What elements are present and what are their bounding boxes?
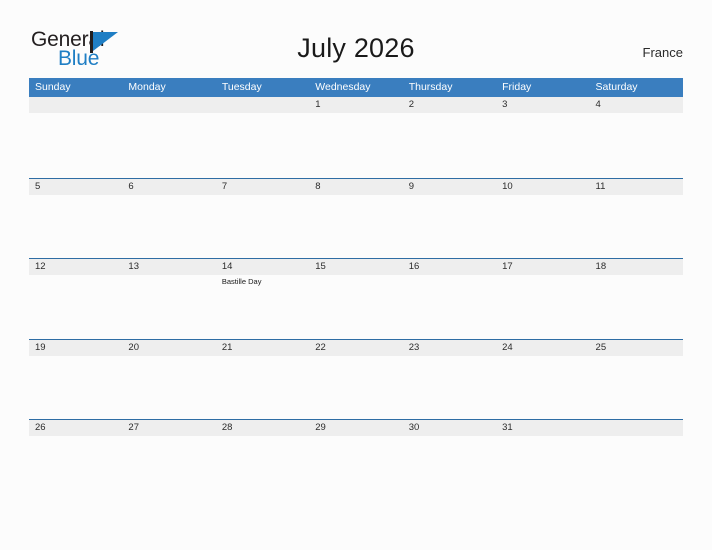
day-number: 19 <box>35 341 46 353</box>
calendar-day-cell[interactable]: 23 <box>403 340 496 420</box>
page-title: July 2026 <box>297 33 415 63</box>
calendar-day-cell[interactable] <box>122 97 215 178</box>
day-number: 6 <box>128 180 134 192</box>
calendar-day-cell[interactable]: 17 <box>496 259 589 339</box>
day-number: 27 <box>128 422 139 433</box>
day-number: 3 <box>502 99 508 110</box>
weekday-header-friday: Friday <box>502 81 532 93</box>
calendar-day-cell[interactable]: 9 <box>403 179 496 259</box>
calendar-day-cell[interactable]: 5 <box>29 179 122 259</box>
calendar-day-cell[interactable]: 12 <box>29 259 122 339</box>
calendar-weeks: 1 2 3 4 5 6 7 8 9 10 11 12 13 14 Bastille Day 15 16 17 18 1… <box>29 97 683 500</box>
calendar-day-cell[interactable] <box>216 97 309 178</box>
calendar-week-row: 26 27 28 29 30 31 <box>29 419 683 500</box>
calendar-day-cell[interactable] <box>590 420 683 500</box>
day-event-label: Bastille Day <box>221 277 262 286</box>
calendar-week-cells: 1 2 3 4 <box>29 97 683 178</box>
calendar-day-cell[interactable]: 26 <box>29 420 122 500</box>
weekday-header-monday: Monday <box>128 81 166 93</box>
calendar-day-cell[interactable]: 6 <box>122 179 215 259</box>
weekday-header-thursday: Thursday <box>408 81 453 93</box>
calendar-day-cell[interactable]: 14 Bastille Day <box>216 259 309 339</box>
calendar-week-row: 12 13 14 Bastille Day 15 16 17 18 <box>29 258 683 339</box>
calendar-week-cells: 19 20 21 22 23 24 25 <box>29 340 683 420</box>
calendar-week-row: 1 2 3 4 <box>29 97 683 178</box>
day-number: 5 <box>35 180 41 192</box>
calendar-day-cell[interactable]: 13 <box>122 259 215 339</box>
calendar-day-cell[interactable]: 15 <box>309 259 402 339</box>
day-number: 16 <box>408 261 420 272</box>
day-number: 14 <box>221 261 233 272</box>
calendar-day-cell[interactable]: 28 <box>216 420 309 500</box>
day-number: 9 <box>408 180 414 192</box>
calendar-day-cell[interactable]: 25 <box>590 340 683 420</box>
weekday-header-row: Sunday Monday Tuesday Wednesday Thursday… <box>29 78 683 97</box>
calendar-grid: Sunday Monday Tuesday Wednesday Thursday… <box>29 78 683 500</box>
calendar-day-cell[interactable]: 24 <box>496 340 589 420</box>
calendar-day-cell[interactable]: 10 <box>496 179 589 259</box>
weekday-header-tuesday: Tuesday <box>221 81 262 93</box>
day-number: 23 <box>408 341 420 353</box>
calendar-day-cell[interactable]: 20 <box>122 340 215 420</box>
calendar-week-cells: 5 6 7 8 9 10 11 <box>29 179 683 259</box>
day-number: 21 <box>221 341 233 353</box>
day-number: 18 <box>595 261 607 272</box>
day-number: 7 <box>221 180 228 192</box>
day-number: 26 <box>35 422 46 433</box>
calendar-day-cell[interactable]: 27 <box>122 420 215 500</box>
calendar-day-cell[interactable]: 18 <box>590 259 683 339</box>
calendar-day-cell[interactable]: 8 <box>309 179 402 259</box>
page-header: General Blue July 2026 France <box>0 0 712 76</box>
day-number: 2 <box>408 99 414 110</box>
calendar-week-cells: 26 27 28 29 30 31 <box>29 420 683 500</box>
calendar-week-cells: 12 13 14 Bastille Day 15 16 17 18 <box>29 259 683 339</box>
day-number: 22 <box>315 341 326 353</box>
day-number: 24 <box>502 341 513 353</box>
day-number: 31 <box>502 422 513 433</box>
day-number: 29 <box>315 422 326 433</box>
calendar-day-cell[interactable]: 29 <box>309 420 402 500</box>
calendar-week-row: 19 20 21 22 23 24 25 <box>29 338 683 420</box>
calendar-day-cell[interactable]: 21 <box>216 340 309 420</box>
calendar-week-row: 5 6 7 8 9 10 11 <box>29 177 683 259</box>
day-number: 11 <box>595 180 606 192</box>
calendar-day-cell[interactable] <box>29 97 122 178</box>
day-number: 28 <box>221 422 233 433</box>
day-number: 4 <box>595 99 601 110</box>
day-number: 20 <box>128 341 139 353</box>
day-number: 25 <box>595 341 607 353</box>
calendar-day-cell[interactable]: 4 <box>590 97 683 178</box>
calendar-day-cell[interactable]: 2 <box>403 97 496 178</box>
calendar-day-cell[interactable]: 7 <box>216 179 309 259</box>
calendar-day-cell[interactable]: 1 <box>309 97 402 178</box>
day-number: 15 <box>315 261 326 272</box>
weekday-header-wednesday: Wednesday <box>315 81 371 93</box>
calendar-day-cell[interactable]: 3 <box>496 97 589 178</box>
weekday-header-saturday: Saturday <box>595 81 638 93</box>
weekday-header-sunday: Sunday <box>35 81 71 93</box>
calendar-day-cell[interactable]: 22 <box>309 340 402 420</box>
day-number: 8 <box>315 180 321 192</box>
day-event-list: Bastille Day <box>222 276 306 287</box>
calendar-day-cell[interactable]: 11 <box>590 179 683 259</box>
day-number: 13 <box>128 261 139 272</box>
calendar-day-cell[interactable]: 16 <box>403 259 496 339</box>
calendar-day-cell[interactable]: 19 <box>29 340 122 420</box>
day-number: 12 <box>35 261 46 272</box>
day-number: 30 <box>408 422 420 433</box>
country-label: France <box>642 45 683 60</box>
calendar-day-cell[interactable]: 30 <box>403 420 496 500</box>
day-number: 17 <box>502 261 513 272</box>
calendar-day-cell[interactable]: 31 <box>496 420 589 500</box>
day-number: 1 <box>315 99 321 110</box>
day-number: 10 <box>502 180 513 192</box>
